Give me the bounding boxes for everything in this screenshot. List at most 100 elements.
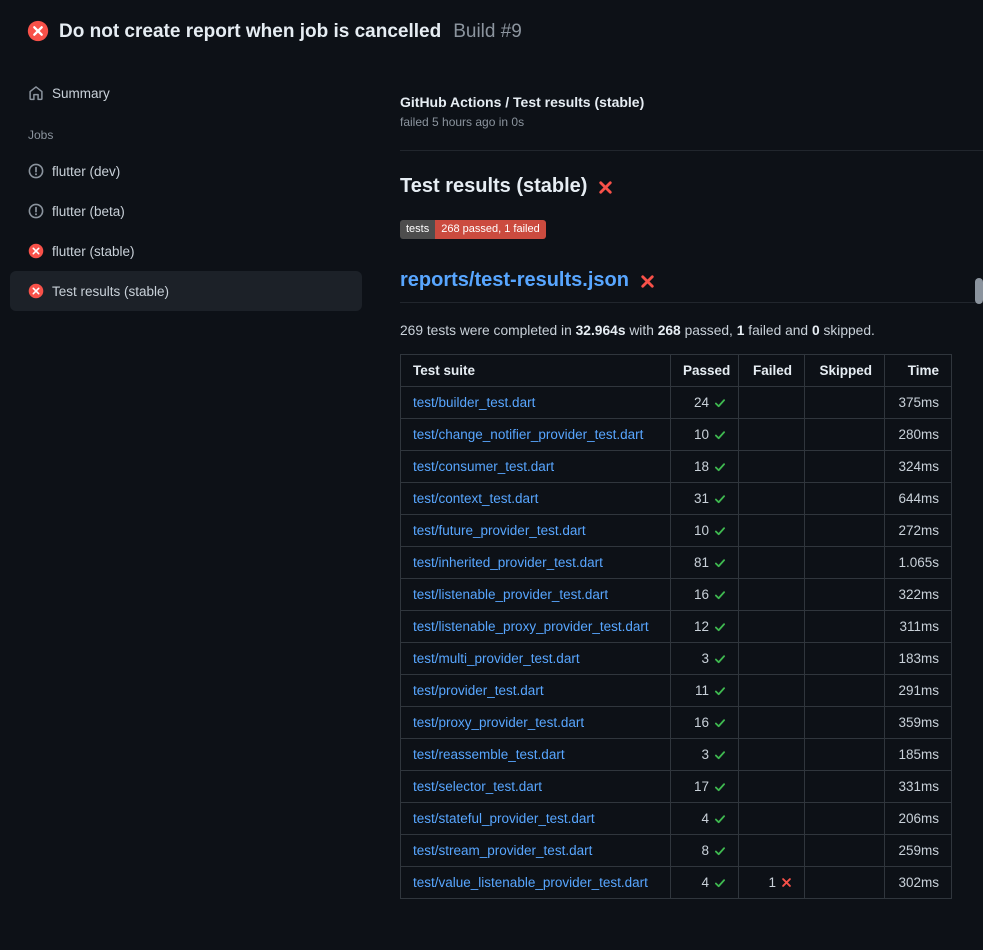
check-icon — [714, 813, 726, 825]
failed-cell — [739, 387, 805, 419]
suite-link[interactable]: test/change_notifier_provider_test.dart — [413, 427, 643, 442]
passed-cell: 4 — [671, 803, 739, 835]
suite-cell: test/inherited_provider_test.dart — [401, 547, 671, 579]
time-cell: 375ms — [885, 387, 952, 419]
suite-cell: test/stream_provider_test.dart — [401, 835, 671, 867]
check-icon — [714, 685, 726, 697]
failed-cell — [739, 675, 805, 707]
table-row: test/proxy_provider_test.dart 16 359ms — [401, 707, 952, 739]
table-row: test/listenable_provider_test.dart 16 32… — [401, 579, 952, 611]
suite-cell: test/selector_test.dart — [401, 771, 671, 803]
table-row: test/stream_provider_test.dart 8 259ms — [401, 835, 952, 867]
skipped-cell — [805, 387, 885, 419]
suite-link[interactable]: test/context_test.dart — [413, 491, 538, 506]
time-cell: 644ms — [885, 483, 952, 515]
check-icon — [714, 397, 726, 409]
section-title: Test results (stable) — [400, 175, 983, 198]
failed-cell — [739, 707, 805, 739]
time-cell: 302ms — [885, 867, 952, 899]
suite-link[interactable]: test/consumer_test.dart — [413, 459, 554, 474]
check-icon — [714, 557, 726, 569]
column-header-passed: Passed — [671, 355, 739, 387]
table-row: test/value_listenable_provider_test.dart… — [401, 867, 952, 899]
failed-cell — [739, 835, 805, 867]
check-icon — [714, 781, 726, 793]
check-icon — [714, 877, 726, 889]
passed-cell: 4 — [671, 867, 739, 899]
table-row: test/provider_test.dart 11 291ms — [401, 675, 952, 707]
table-header-row: Test suite Passed Failed Skipped Time — [401, 355, 952, 387]
sidebar-item-summary[interactable]: Summary — [10, 73, 362, 113]
column-header-test-suite: Test suite — [401, 355, 671, 387]
failed-cell — [739, 739, 805, 771]
failed-status-icon — [27, 20, 49, 45]
suite-link[interactable]: test/builder_test.dart — [413, 395, 535, 410]
suite-link[interactable]: test/stream_provider_test.dart — [413, 843, 592, 858]
summary-prefix: 269 tests were completed in — [400, 323, 576, 338]
suite-link[interactable]: test/provider_test.dart — [413, 683, 544, 698]
skipped-cell — [805, 515, 885, 547]
time-cell: 359ms — [885, 707, 952, 739]
x-icon — [781, 877, 792, 888]
job-label: flutter (dev) — [52, 164, 120, 179]
check-icon — [714, 589, 726, 601]
main-content: GitHub Actions / Test results (stable) f… — [400, 56, 983, 899]
skipped-cell — [805, 867, 885, 899]
sidebar-item-flutter-dev[interactable]: flutter (dev) — [10, 151, 362, 191]
passed-cell: 8 — [671, 835, 739, 867]
section-title-text: Test results (stable) — [400, 175, 587, 198]
sidebar-item-flutter-beta[interactable]: flutter (beta) — [10, 191, 362, 231]
jobs-section-label: Jobs — [28, 128, 400, 142]
skipped-cell — [805, 451, 885, 483]
suite-link[interactable]: test/reassemble_test.dart — [413, 747, 565, 762]
suite-link[interactable]: test/stateful_provider_test.dart — [413, 811, 595, 826]
suite-cell: test/multi_provider_test.dart — [401, 643, 671, 675]
suite-link[interactable]: test/listenable_proxy_provider_test.dart — [413, 619, 649, 634]
passed-cell: 18 — [671, 451, 739, 483]
skipped-cell — [805, 579, 885, 611]
suite-link[interactable]: test/value_listenable_provider_test.dart — [413, 875, 648, 890]
sidebar-item-flutter-stable[interactable]: flutter (stable) — [10, 231, 362, 271]
sidebar: Summary Jobs flutter (dev) — [0, 56, 400, 311]
passed-cell: 3 — [671, 643, 739, 675]
table-row: test/context_test.dart 31 644ms — [401, 483, 952, 515]
suite-link[interactable]: test/selector_test.dart — [413, 779, 542, 794]
time-cell: 272ms — [885, 515, 952, 547]
suite-cell: test/consumer_test.dart — [401, 451, 671, 483]
skipped-cell — [805, 739, 885, 771]
check-icon — [714, 525, 726, 537]
status-line: failed 5 hours ago in 0s — [400, 115, 983, 129]
report-link[interactable]: reports/test-results.json — [400, 269, 629, 292]
time-cell: 259ms — [885, 835, 952, 867]
table-row: test/selector_test.dart 17 331ms — [401, 771, 952, 803]
skipped-cell — [805, 611, 885, 643]
sidebar-item-test-results-stable[interactable]: Test results (stable) — [10, 271, 362, 311]
scrollbar-thumb[interactable] — [975, 278, 983, 304]
check-icon — [714, 717, 726, 729]
failed-cell — [739, 419, 805, 451]
time-cell: 183ms — [885, 643, 952, 675]
failed-cell — [739, 643, 805, 675]
table-row: test/stateful_provider_test.dart 4 206ms — [401, 803, 952, 835]
table-row: test/multi_provider_test.dart 3 183ms — [401, 643, 952, 675]
suite-link[interactable]: test/future_provider_test.dart — [413, 523, 586, 538]
summary-passed: 268 — [658, 323, 681, 338]
suite-cell: test/stateful_provider_test.dart — [401, 803, 671, 835]
failed-cell — [739, 515, 805, 547]
suite-cell: test/listenable_provider_test.dart — [401, 579, 671, 611]
tests-badge: tests 268 passed, 1 failed — [400, 220, 546, 239]
suite-link[interactable]: test/listenable_provider_test.dart — [413, 587, 608, 602]
suite-link[interactable]: test/multi_provider_test.dart — [413, 651, 580, 666]
table-row: test/listenable_proxy_provider_test.dart… — [401, 611, 952, 643]
suite-link[interactable]: test/inherited_provider_test.dart — [413, 555, 603, 570]
run-title: Do not create report when job is cancell… — [59, 21, 441, 43]
suite-link[interactable]: test/proxy_provider_test.dart — [413, 715, 584, 730]
summary-skipped: 0 — [812, 323, 820, 338]
suite-cell: test/builder_test.dart — [401, 387, 671, 419]
time-cell: 1.065s — [885, 547, 952, 579]
column-header-failed: Failed — [739, 355, 805, 387]
badge-label: tests — [400, 220, 435, 239]
column-header-time: Time — [885, 355, 952, 387]
table-row: test/future_provider_test.dart 10 272ms — [401, 515, 952, 547]
job-label: Test results (stable) — [52, 284, 169, 299]
